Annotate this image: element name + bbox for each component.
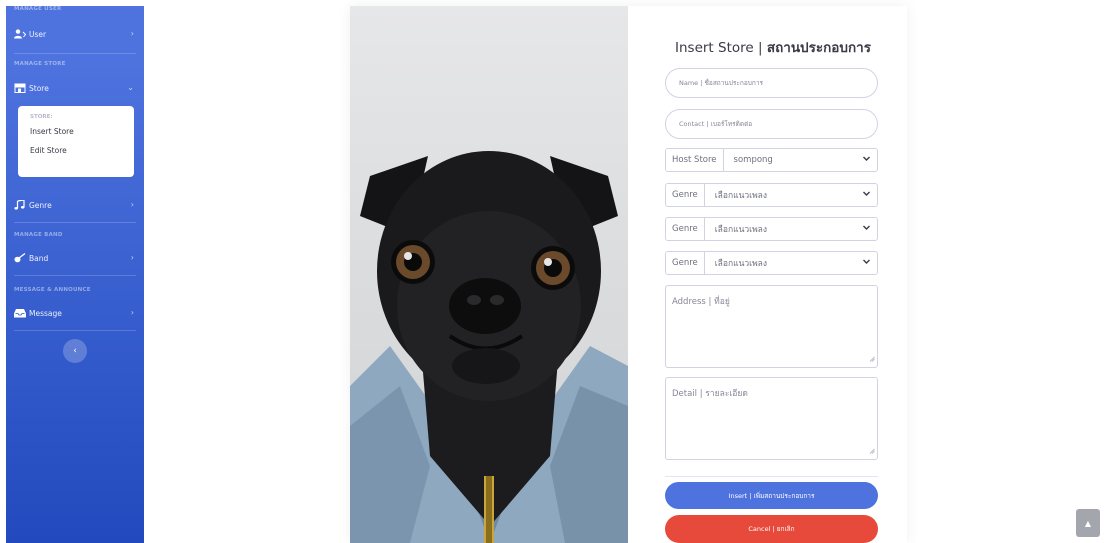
chevron-down-icon (862, 154, 871, 166)
sidebar-item-message-label: Message (29, 308, 62, 318)
host-store-value: sompong (733, 155, 773, 165)
genre-select-1[interactable]: เลือกแนวเพลง (705, 184, 877, 206)
chevron-up-icon: ▲ (1084, 518, 1092, 528)
genre-label-3: Genre (666, 252, 705, 274)
host-store-label: Host Store (666, 149, 724, 171)
genre-group-3: Genre เลือกแนวเพลง (665, 251, 878, 275)
sidebar-divider (14, 330, 136, 331)
sidebar: MANAGE USER User › MANAGE STORE Store ⌄ … (6, 6, 144, 543)
detail-textarea[interactable]: Detail | รายละเอียด (665, 377, 878, 460)
guitar-icon (14, 253, 26, 263)
chevron-down-icon: ⌄ (127, 83, 134, 92)
user-icon (14, 29, 26, 39)
sidebar-item-band-label: Band (29, 253, 49, 263)
heading-message-announce: MESSAGE & ANNOUNCE (14, 287, 91, 293)
genre-value-1: เลือกแนวเพลง (714, 191, 768, 201)
chevron-down-icon (862, 257, 871, 269)
pug-illustration (350, 151, 628, 543)
insert-store-card: Insert Store | สถานประกอบการ Name | ชื่อ… (350, 6, 907, 543)
insert-button[interactable]: Insert | เพิ่มสถานประกอบการ (665, 482, 878, 509)
name-placeholder: Name | ชื่อสถานประกอบการ (679, 79, 763, 87)
title-en: Insert Store | (675, 40, 767, 56)
store-submenu-header: STORE: (30, 114, 53, 120)
chevron-right-icon: › (130, 29, 134, 38)
genre-group-2: Genre เลือกแนวเพลง (665, 217, 878, 241)
sidebar-item-user[interactable]: User › (6, 25, 144, 43)
resize-grip-icon[interactable] (869, 447, 875, 457)
sidebar-item-message[interactable]: Message › (6, 304, 144, 322)
sidebar-item-user-label: User (29, 29, 47, 39)
submenu-edit-store[interactable]: Edit Store (30, 146, 134, 155)
chevron-down-icon (862, 189, 871, 201)
sidebar-divider (14, 222, 136, 223)
store-submenu: STORE: Insert Store Edit Store (18, 106, 134, 177)
address-placeholder: Address | ที่อยู่ (672, 297, 730, 307)
scroll-to-top-button[interactable]: ▲ (1076, 509, 1100, 537)
address-textarea[interactable]: Address | ที่อยู่ (665, 285, 878, 368)
host-store-group: Host Store sompong (665, 148, 878, 172)
chevron-right-icon: › (130, 200, 134, 209)
store-icon (14, 83, 26, 93)
insert-store-form: Insert Store | สถานประกอบการ Name | ชื่อ… (665, 6, 880, 543)
form-divider (665, 476, 878, 477)
sidebar-divider (14, 53, 136, 54)
genre-select-2[interactable]: เลือกแนวเพลง (705, 218, 877, 240)
genre-select-3[interactable]: เลือกแนวเพลง (705, 252, 877, 274)
heading-manage-store: MANAGE STORE (14, 61, 66, 67)
genre-value-2: เลือกแนวเพลง (714, 225, 768, 235)
heading-manage-band: MANAGE BAND (14, 232, 63, 238)
sidebar-item-store[interactable]: Store ⌄ (6, 79, 144, 97)
chevron-left-icon: ‹ (73, 346, 77, 356)
resize-grip-icon[interactable] (869, 355, 875, 365)
sidebar-item-band[interactable]: Band › (6, 249, 144, 267)
chevron-right-icon: › (130, 308, 134, 317)
page-title: Insert Store | สถานประกอบการ (675, 36, 871, 58)
pug-photo (350, 6, 628, 543)
genre-value-3: เลือกแนวเพลง (714, 259, 768, 269)
heading-manage-user: MANAGE USER (14, 6, 62, 12)
music-icon (14, 200, 26, 210)
chevron-down-icon (862, 223, 871, 235)
sidebar-item-genre-label: Genre (29, 200, 52, 210)
genre-label-1: Genre (666, 184, 705, 206)
contact-placeholder: Contact | เบอร์โทรติดต่อ (679, 120, 753, 128)
cancel-button[interactable]: Cancel | ยกเลิก (665, 515, 878, 543)
sidebar-item-genre[interactable]: Genre › (6, 196, 144, 214)
sidebar-divider (14, 275, 136, 276)
name-input[interactable]: Name | ชื่อสถานประกอบการ (665, 68, 878, 98)
genre-group-1: Genre เลือกแนวเพลง (665, 183, 878, 207)
submenu-insert-store[interactable]: Insert Store (30, 127, 134, 136)
contact-input[interactable]: Contact | เบอร์โทรติดต่อ (665, 109, 878, 139)
sidebar-toggle-button[interactable]: ‹ (63, 339, 87, 363)
inbox-icon (14, 308, 26, 318)
detail-placeholder: Detail | รายละเอียด (672, 389, 748, 399)
genre-label-2: Genre (666, 218, 705, 240)
title-th: สถานประกอบการ (766, 40, 871, 56)
host-store-select[interactable]: sompong (724, 149, 877, 171)
chevron-right-icon: › (130, 253, 134, 262)
sidebar-item-store-label: Store (29, 83, 49, 93)
